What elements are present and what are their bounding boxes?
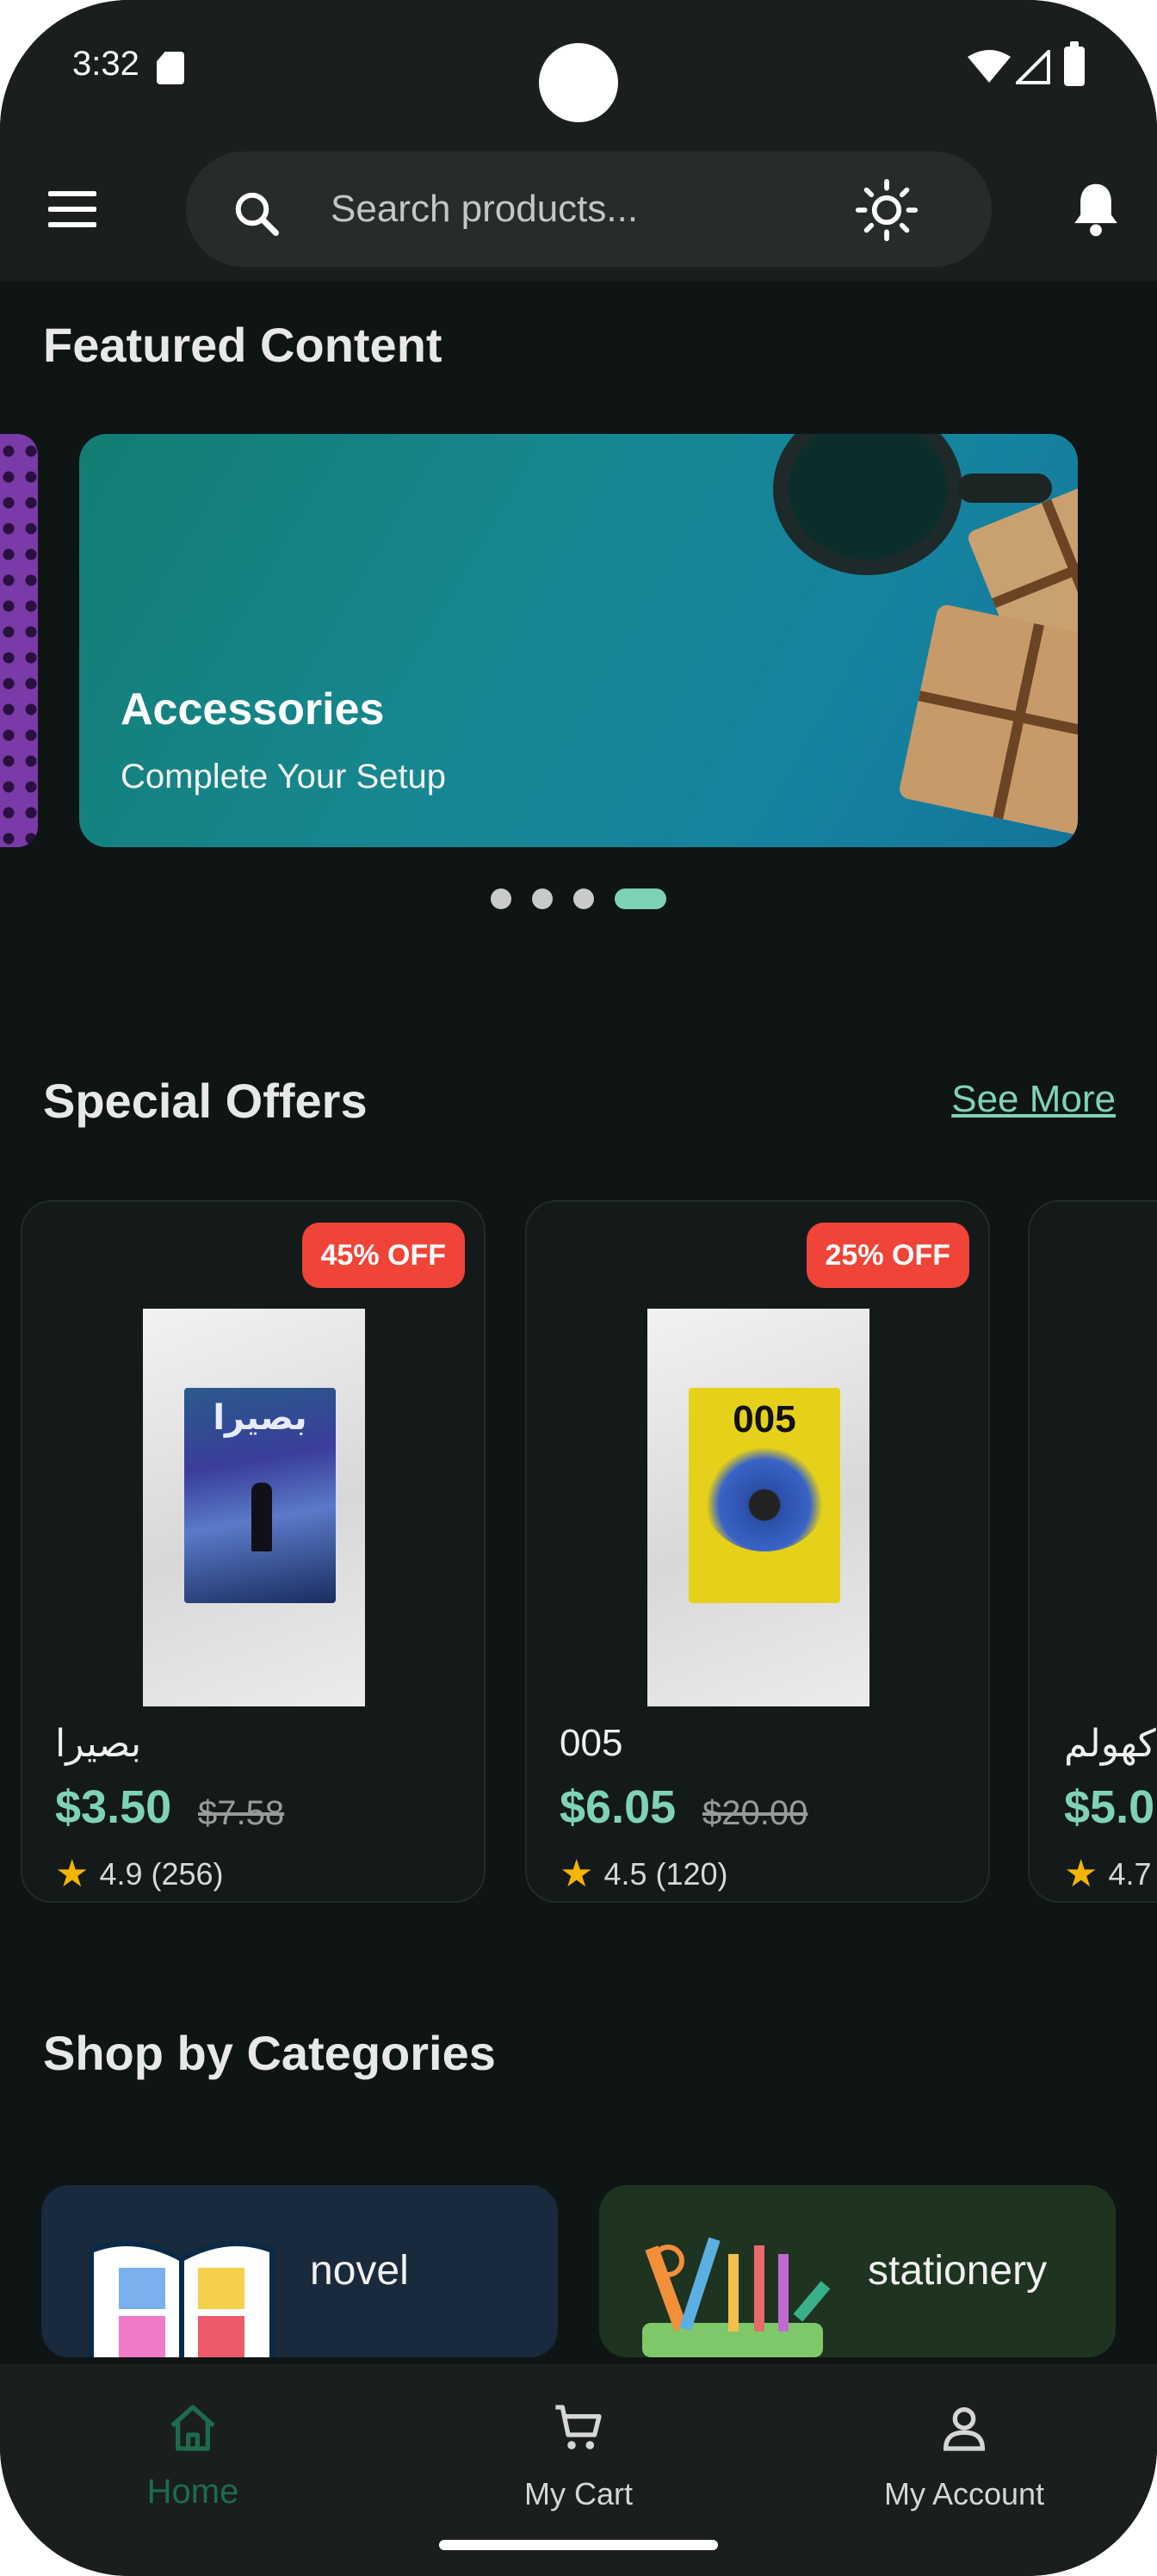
status-bar: 3:32 — [0, 0, 1157, 138]
nav-my-cart[interactable]: My Cart — [449, 2392, 708, 2521]
product-price: $5.0 — [1064, 1781, 1155, 1833]
carousel-indicator — [491, 889, 666, 909]
book-cover-title: 005 — [733, 1398, 796, 1440]
star-icon: ★ — [55, 1853, 90, 1895]
menu-icon[interactable] — [48, 191, 96, 229]
product-card[interactable]: 45% OFF بصيرا بصيرا $3.50 $7.58 ★ 4.9 (2… — [21, 1200, 486, 1903]
battery-icon — [1064, 41, 1085, 86]
product-old-price: $7.58 — [198, 1794, 285, 1832]
book-cover: بصيرا — [184, 1388, 336, 1603]
search-icon — [235, 192, 279, 236]
book-cover-title: بصيرا — [213, 1399, 307, 1437]
categories-title: Shop by Categories — [43, 2026, 496, 2080]
banner-title: Accessories — [121, 684, 385, 734]
star-icon: ★ — [1064, 1853, 1098, 1895]
product-rating: ★ 4.9 (256) — [55, 1853, 224, 1895]
category-card-stationery[interactable]: stationery — [599, 2185, 1116, 2357]
nav-my-account[interactable]: My Account — [835, 2392, 1093, 2521]
light-mode-icon[interactable] — [854, 177, 919, 243]
discount-badge: 25% OFF — [806, 1223, 969, 1288]
product-name: كهولم — [1064, 1723, 1156, 1765]
carousel-dot-active[interactable] — [615, 889, 666, 909]
product-name: 005 — [560, 1722, 623, 1764]
camera-cutout — [539, 43, 618, 122]
phone-screen: 3:32 Featured Content Accessories Co — [0, 0, 1157, 2576]
product-rating: ★ 4.7 — [1064, 1853, 1152, 1895]
search-bar[interactable] — [186, 152, 992, 267]
cart-icon — [555, 2405, 602, 2449]
special-offers-title: Special Offers — [43, 1074, 368, 1128]
banner-subtitle: Complete Your Setup — [121, 758, 447, 796]
product-image: بصيرا — [143, 1309, 365, 1706]
category-label: stationery — [868, 2248, 1048, 2294]
nav-label: My Cart — [524, 2476, 633, 2511]
coffee-cup-image — [773, 434, 962, 575]
product-price: $6.05 — [560, 1781, 677, 1833]
featured-banner[interactable]: Accessories Complete Your Setup — [79, 434, 1078, 847]
product-rating: ★ 4.5 (120) — [560, 1853, 728, 1895]
rating-text: 4.7 — [1108, 1856, 1152, 1892]
stationery-icon — [642, 2237, 831, 2357]
carousel-dot[interactable] — [532, 889, 553, 909]
product-name: بصيرا — [55, 1723, 142, 1765]
cover-figure — [251, 1483, 272, 1551]
nav-home[interactable]: Home — [64, 2392, 322, 2521]
search-input[interactable] — [331, 186, 847, 232]
rating-text: 4.5 (120) — [603, 1856, 728, 1892]
star-icon: ★ — [560, 1853, 594, 1895]
category-card-novel[interactable]: novel — [41, 2185, 558, 2357]
see-more-link[interactable]: See More — [951, 1078, 1116, 1121]
rating-text: 4.9 (256) — [99, 1856, 224, 1892]
home-indicator[interactable] — [439, 2540, 718, 2550]
product-image: 005 — [647, 1309, 869, 1706]
product-old-price: $20.00 — [702, 1794, 808, 1832]
signal-icon — [1016, 50, 1050, 84]
cover-artwork — [704, 1448, 825, 1551]
category-label: novel — [310, 2248, 409, 2294]
carousel-dot[interactable] — [573, 889, 594, 909]
featured-title: Featured Content — [43, 318, 442, 372]
product-price: $3.50 — [55, 1781, 172, 1833]
nav-label: Home — [146, 2473, 239, 2511]
carousel-previous-slide[interactable] — [0, 434, 38, 847]
cup-handle — [957, 474, 1052, 503]
status-time: 3:32 — [72, 45, 139, 83]
nav-label: My Account — [883, 2476, 1045, 2511]
gift-box-image — [897, 603, 1078, 842]
account-icon — [943, 2407, 986, 2451]
app-bar — [0, 138, 1157, 281]
book-cover: 005 — [689, 1388, 840, 1603]
wifi-icon — [968, 50, 1011, 83]
notification-bell-icon[interactable] — [1067, 179, 1124, 241]
home-icon — [170, 2405, 215, 2451]
carousel-dot[interactable] — [491, 889, 511, 909]
product-card[interactable]: 25% OFF 005 005 $6.05 $20.00 ★ 4.5 (120) — [525, 1200, 990, 1903]
product-card-partial[interactable]: كهولم $5.0 ★ 4.7 — [1028, 1200, 1157, 1903]
open-book-icon — [89, 2241, 275, 2357]
discount-badge: 45% OFF — [301, 1223, 465, 1288]
sd-card-icon — [157, 52, 184, 84]
